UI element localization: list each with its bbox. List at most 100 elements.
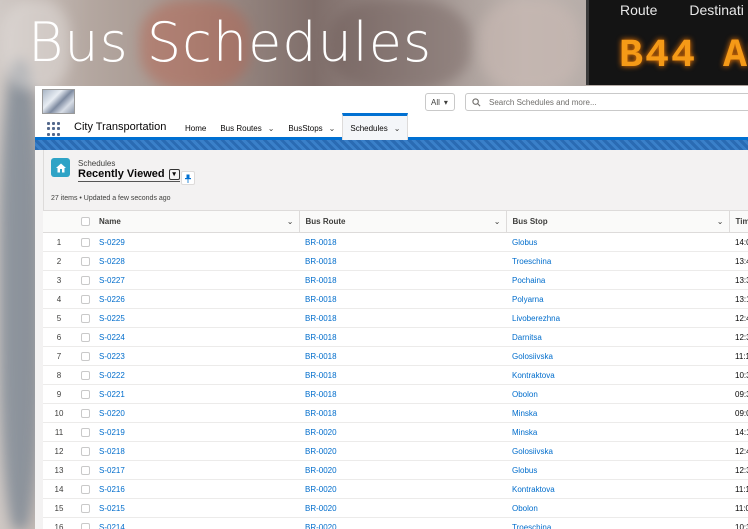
bus-route-link[interactable]: BR-0018 bbox=[305, 371, 337, 380]
bus-stop-link[interactable]: Minska bbox=[512, 428, 537, 437]
row-checkbox[interactable] bbox=[81, 256, 90, 266]
schedule-name-link[interactable]: S-0224 bbox=[99, 333, 125, 342]
time-cell: 14:1 bbox=[729, 422, 748, 442]
chevron-down-icon[interactable]: ▾ bbox=[168, 168, 180, 180]
search-input[interactable] bbox=[489, 97, 729, 107]
column-header-bus-route[interactable]: Bus Route ⌄ bbox=[299, 210, 507, 233]
bus-stop-link[interactable]: Golosiivska bbox=[512, 352, 553, 361]
tab-busstops[interactable]: BusStops ⌄ bbox=[281, 116, 342, 140]
column-header-bus-stop[interactable]: Bus Stop ⌄ bbox=[506, 210, 730, 233]
row-number: 12 bbox=[43, 441, 75, 461]
bus-route-link[interactable]: BR-0018 bbox=[305, 238, 337, 247]
bus-route-link[interactable]: BR-0018 bbox=[305, 409, 337, 418]
bus-route-link[interactable]: BR-0018 bbox=[305, 276, 337, 285]
app-name: City Transportation bbox=[74, 121, 167, 133]
bus-route-link[interactable]: BR-0018 bbox=[305, 295, 337, 304]
schedule-name-link[interactable]: S-0229 bbox=[99, 238, 125, 247]
table-row: 8 S-0222 BR-0018 Kontraktova 10:3 bbox=[43, 365, 748, 385]
schedule-name-link[interactable]: S-0226 bbox=[99, 295, 125, 304]
column-header-name[interactable]: Name ⌄ bbox=[93, 210, 300, 233]
pin-icon[interactable] bbox=[181, 171, 195, 185]
chevron-down-icon[interactable]: ⌄ bbox=[717, 217, 724, 226]
org-logo[interactable] bbox=[42, 89, 75, 114]
row-checkbox[interactable] bbox=[81, 389, 90, 399]
list-view-selector[interactable]: Recently Viewed ▾ bbox=[78, 168, 180, 182]
row-checkbox[interactable] bbox=[81, 522, 90, 529]
row-checkbox[interactable] bbox=[81, 332, 90, 342]
hero-title: Bus Schedules bbox=[28, 11, 433, 74]
row-checkbox[interactable] bbox=[81, 275, 90, 285]
bus-stop-link[interactable]: Polyarna bbox=[512, 295, 544, 304]
schedule-name-link[interactable]: S-0222 bbox=[99, 371, 125, 380]
row-checkbox[interactable] bbox=[81, 294, 90, 304]
row-number: 10 bbox=[43, 403, 75, 423]
bus-route-link[interactable]: BR-0020 bbox=[305, 504, 337, 513]
bus-stop-link[interactable]: Globus bbox=[512, 466, 537, 475]
bus-route-link[interactable]: BR-0020 bbox=[305, 428, 337, 437]
bus-route-link[interactable]: BR-0018 bbox=[305, 333, 337, 342]
schedule-name-link[interactable]: S-0219 bbox=[99, 428, 125, 437]
bus-route-link[interactable]: BR-0018 bbox=[305, 257, 337, 266]
row-checkbox[interactable] bbox=[81, 465, 90, 475]
bus-stop-link[interactable]: Darnitsa bbox=[512, 333, 542, 342]
bus-route-link[interactable]: BR-0020 bbox=[305, 523, 337, 529]
schedule-name-link[interactable]: S-0223 bbox=[99, 352, 125, 361]
tab-home[interactable]: Home bbox=[178, 116, 213, 140]
row-checkbox[interactable] bbox=[81, 351, 90, 361]
row-checkbox[interactable] bbox=[81, 237, 90, 247]
bus-stop-link[interactable]: Minska bbox=[512, 409, 537, 418]
row-checkbox[interactable] bbox=[81, 484, 90, 494]
bus-stop-link[interactable]: Livoberezhna bbox=[512, 314, 560, 323]
chevron-down-icon[interactable]: ⌄ bbox=[394, 124, 401, 133]
tab-label: BusStops bbox=[288, 123, 323, 133]
select-all-checkbox[interactable] bbox=[81, 217, 90, 227]
schedule-name-link[interactable]: S-0216 bbox=[99, 485, 125, 494]
bus-route-link[interactable]: BR-0020 bbox=[305, 466, 337, 475]
bus-stop-link[interactable]: Troeschina bbox=[512, 257, 551, 266]
chevron-down-icon[interactable]: ⌄ bbox=[287, 217, 294, 226]
column-header-time[interactable]: Tim bbox=[729, 210, 748, 233]
row-checkbox[interactable] bbox=[81, 313, 90, 323]
bus-stop-link[interactable]: Globus bbox=[512, 238, 537, 247]
row-checkbox[interactable] bbox=[81, 503, 90, 513]
schedule-name-link[interactable]: S-0228 bbox=[99, 257, 125, 266]
schedule-name-link[interactable]: S-0221 bbox=[99, 390, 125, 399]
time-cell: 09:3 bbox=[729, 384, 748, 404]
bus-stop-link[interactable]: Pochaina bbox=[512, 276, 545, 285]
bus-stop-link[interactable]: Obolon bbox=[512, 504, 538, 513]
bus-route-link[interactable]: BR-0020 bbox=[305, 447, 337, 456]
row-checkbox[interactable] bbox=[81, 427, 90, 437]
search-scope-select[interactable]: All ▾ bbox=[425, 93, 455, 111]
chevron-down-icon[interactable]: ⌄ bbox=[329, 124, 336, 133]
tab-bus-routes[interactable]: Bus Routes ⌄ bbox=[213, 116, 281, 140]
bus-stop-link[interactable]: Kontraktova bbox=[512, 371, 555, 380]
bus-stop-link[interactable]: Obolon bbox=[512, 390, 538, 399]
table-row: 7 S-0223 BR-0018 Golosiivska 11:1 bbox=[43, 346, 748, 366]
bus-stop-link[interactable]: Kontraktova bbox=[512, 485, 555, 494]
bus-route-link[interactable]: BR-0018 bbox=[305, 390, 337, 399]
time-cell: 09:0 bbox=[729, 403, 748, 423]
schedule-name-link[interactable]: S-0220 bbox=[99, 409, 125, 418]
schedule-name-link[interactable]: S-0217 bbox=[99, 466, 125, 475]
bus-route-link[interactable]: BR-0018 bbox=[305, 314, 337, 323]
time-cell: 11:1 bbox=[729, 479, 748, 499]
chevron-down-icon[interactable]: ⌄ bbox=[268, 124, 275, 133]
schedule-name-link[interactable]: S-0214 bbox=[99, 523, 125, 529]
bus-stop-link[interactable]: Troeschina bbox=[512, 523, 551, 529]
bus-route-link[interactable]: BR-0018 bbox=[305, 352, 337, 361]
chevron-down-icon[interactable]: ⌄ bbox=[494, 217, 501, 226]
tab-schedules[interactable]: Schedules ⌄ bbox=[342, 113, 409, 140]
table-row: 9 S-0221 BR-0018 Obolon 09:3 bbox=[43, 384, 748, 404]
row-checkbox[interactable] bbox=[81, 446, 90, 456]
app-launcher-icon[interactable] bbox=[47, 122, 61, 136]
global-search[interactable] bbox=[465, 93, 748, 111]
row-checkbox[interactable] bbox=[81, 370, 90, 380]
row-checkbox[interactable] bbox=[81, 408, 90, 418]
bus-stop-link[interactable]: Golosiivska bbox=[512, 447, 553, 456]
schedule-name-link[interactable]: S-0225 bbox=[99, 314, 125, 323]
schedule-name-link[interactable]: S-0218 bbox=[99, 447, 125, 456]
schedule-name-link[interactable]: S-0215 bbox=[99, 504, 125, 513]
schedule-name-link[interactable]: S-0227 bbox=[99, 276, 125, 285]
row-number: 7 bbox=[43, 346, 75, 366]
bus-route-link[interactable]: BR-0020 bbox=[305, 485, 337, 494]
